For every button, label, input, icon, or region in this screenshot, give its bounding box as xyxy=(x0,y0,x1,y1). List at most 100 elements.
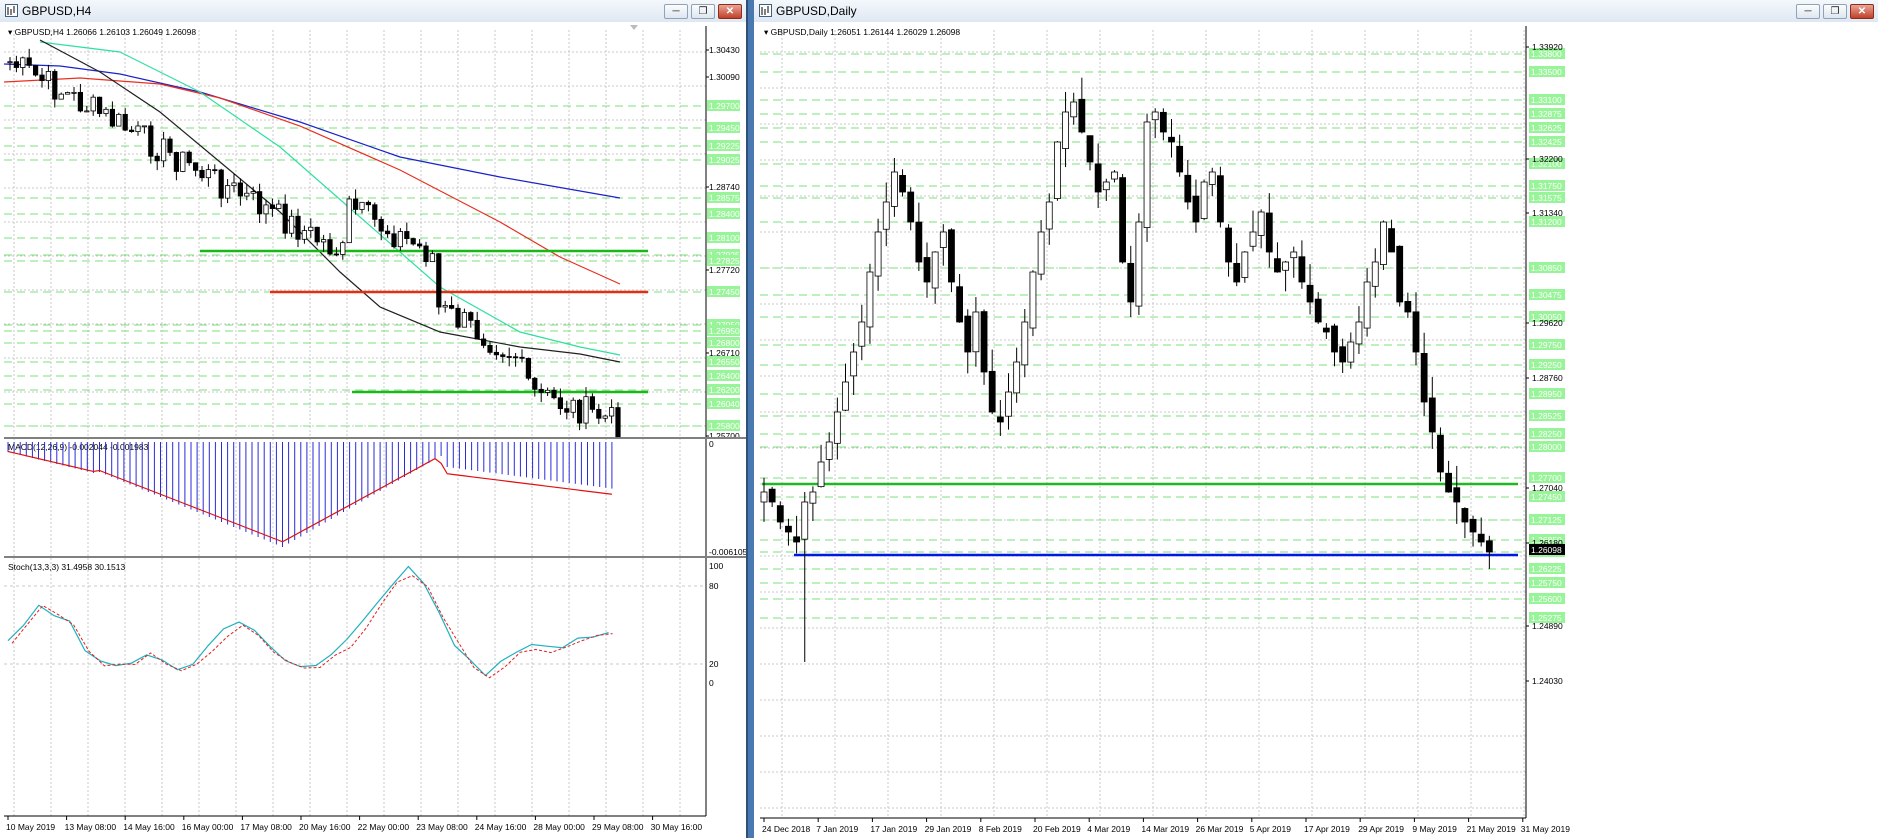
candle-body xyxy=(583,396,589,424)
candle-body xyxy=(776,505,784,523)
price-tick-label: 1.33920 xyxy=(1532,42,1563,52)
candle-body xyxy=(423,245,429,263)
candle-body xyxy=(52,71,58,100)
time-label: 31 May 2019 xyxy=(1521,824,1570,834)
candle-body xyxy=(615,407,621,438)
chart-window-h4[interactable]: GBPUSD,H4 ─ ❐ ✕ 1.29700 1.29450 1.29225 1.2… xyxy=(0,0,748,838)
candle-body xyxy=(1298,256,1306,283)
candle-body xyxy=(1135,221,1143,307)
level-label: 1.28000 xyxy=(1531,442,1562,452)
candle-body xyxy=(1184,174,1192,203)
candle-body xyxy=(1339,346,1347,363)
candle-body xyxy=(532,377,538,390)
candle-body xyxy=(263,204,269,215)
candle-body xyxy=(474,319,480,340)
time-label: 24 May 16:00 xyxy=(475,822,527,832)
candle-body xyxy=(84,110,90,113)
candle-body xyxy=(809,491,817,504)
candle-body xyxy=(199,169,205,179)
time-label: 17 Apr 2019 xyxy=(1304,824,1350,834)
candle-body xyxy=(212,169,218,172)
h4-chart-area[interactable]: 1.29700 1.29450 1.29225 1.29025 1.28575 1.284… xyxy=(0,22,746,838)
daily-chart-area[interactable]: 1.33800 1.33500 1.33100 1.32875 1.32625 1.324… xyxy=(754,22,1878,838)
candle-body xyxy=(570,399,576,413)
candle-body xyxy=(1257,211,1265,236)
minimize-icon: ─ xyxy=(1804,6,1812,17)
candle-body xyxy=(135,125,141,133)
candle-body xyxy=(250,191,256,194)
daily-chart-canvas[interactable]: 1.338001.335001.331001.328751.326251.324… xyxy=(754,22,1878,838)
candle-body xyxy=(1371,261,1379,287)
price-tick-label: 1.27720 xyxy=(709,265,740,275)
candle-body xyxy=(890,171,898,207)
candle-body xyxy=(1461,508,1469,523)
candle-body xyxy=(801,501,809,540)
candle-body xyxy=(141,125,147,128)
level-label: 1.26040 xyxy=(709,399,740,409)
close-button[interactable]: ✕ xyxy=(1850,4,1874,19)
h4-chart-canvas[interactable]: 1.29700 1.29450 1.29225 1.29025 1.28575 1.284… xyxy=(0,22,746,838)
candle-body xyxy=(1274,258,1281,273)
candle-body xyxy=(468,312,474,321)
candle-body xyxy=(282,203,288,234)
candle-body xyxy=(148,125,154,157)
candle-body xyxy=(882,201,890,230)
candle-body xyxy=(372,204,378,220)
price-tick-label: 1.26180 xyxy=(1532,538,1563,548)
candle-body xyxy=(7,61,13,64)
time-label: 29 May 08:00 xyxy=(592,822,644,832)
candle-body xyxy=(397,231,404,248)
candle-body xyxy=(551,389,557,399)
close-button[interactable]: ✕ xyxy=(718,4,742,19)
time-label: 14 May 16:00 xyxy=(123,822,175,832)
level-label: 1.28575 xyxy=(709,193,740,203)
level-label: 1.31200 xyxy=(1531,217,1562,227)
candle-body xyxy=(923,257,931,283)
candle-body xyxy=(760,491,768,503)
candle-body xyxy=(308,226,314,231)
macd-tick-label: 0 xyxy=(709,439,714,449)
candle-body xyxy=(58,93,64,100)
candle-body xyxy=(77,91,83,112)
candle-body xyxy=(538,388,544,393)
candle-body xyxy=(785,525,792,533)
level-label: 1.28250 xyxy=(1531,429,1562,439)
maximize-button[interactable]: ❐ xyxy=(1823,4,1847,19)
level-label: 1.28950 xyxy=(1531,389,1562,399)
candle-body xyxy=(1111,171,1118,180)
candle-body xyxy=(1225,227,1232,263)
time-label: 14 Mar 2019 xyxy=(1141,824,1189,834)
candle-body xyxy=(1388,228,1395,253)
close-icon: ✕ xyxy=(725,6,735,17)
level-label: 1.30475 xyxy=(1531,290,1562,300)
candle-body xyxy=(1045,201,1053,230)
candle-body xyxy=(817,461,825,488)
candle-body xyxy=(1331,325,1338,353)
candle-body xyxy=(1412,311,1420,353)
candle-body xyxy=(980,311,988,373)
candle-body xyxy=(45,71,52,82)
minimize-button[interactable]: ─ xyxy=(1796,4,1820,19)
candle-body xyxy=(378,218,384,232)
level-label: 1.30850 xyxy=(1531,263,1562,273)
time-label: 23 May 08:00 xyxy=(416,822,468,832)
candle-body xyxy=(218,169,224,199)
candle-body xyxy=(519,356,525,359)
candle-body xyxy=(448,305,455,309)
price-tick-label: 1.24890 xyxy=(1532,621,1563,631)
level-label: 1.26550 xyxy=(709,357,740,367)
price-tick-label: 1.27040 xyxy=(1532,483,1563,493)
maximize-button[interactable]: ❐ xyxy=(691,4,715,19)
candle-body xyxy=(487,344,493,353)
level-label: 1.28525 xyxy=(1531,411,1562,421)
candle-body xyxy=(1078,98,1086,133)
title-bar[interactable]: GBPUSD,H4 ─ ❐ ✕ xyxy=(0,0,746,23)
minimize-button[interactable]: ─ xyxy=(664,4,688,19)
candle-body xyxy=(256,191,263,215)
candle-body xyxy=(1445,472,1452,493)
candle-body xyxy=(1053,141,1061,199)
chart-window-daily[interactable]: GBPUSD,Daily ─ ❐ ✕ 1.33800 1.33500 1.33100… xyxy=(754,0,1878,838)
title-bar[interactable]: GBPUSD,Daily ─ ❐ ✕ xyxy=(754,0,1878,23)
level-label: 1.27450 xyxy=(709,287,740,297)
candle-body xyxy=(1306,284,1314,303)
